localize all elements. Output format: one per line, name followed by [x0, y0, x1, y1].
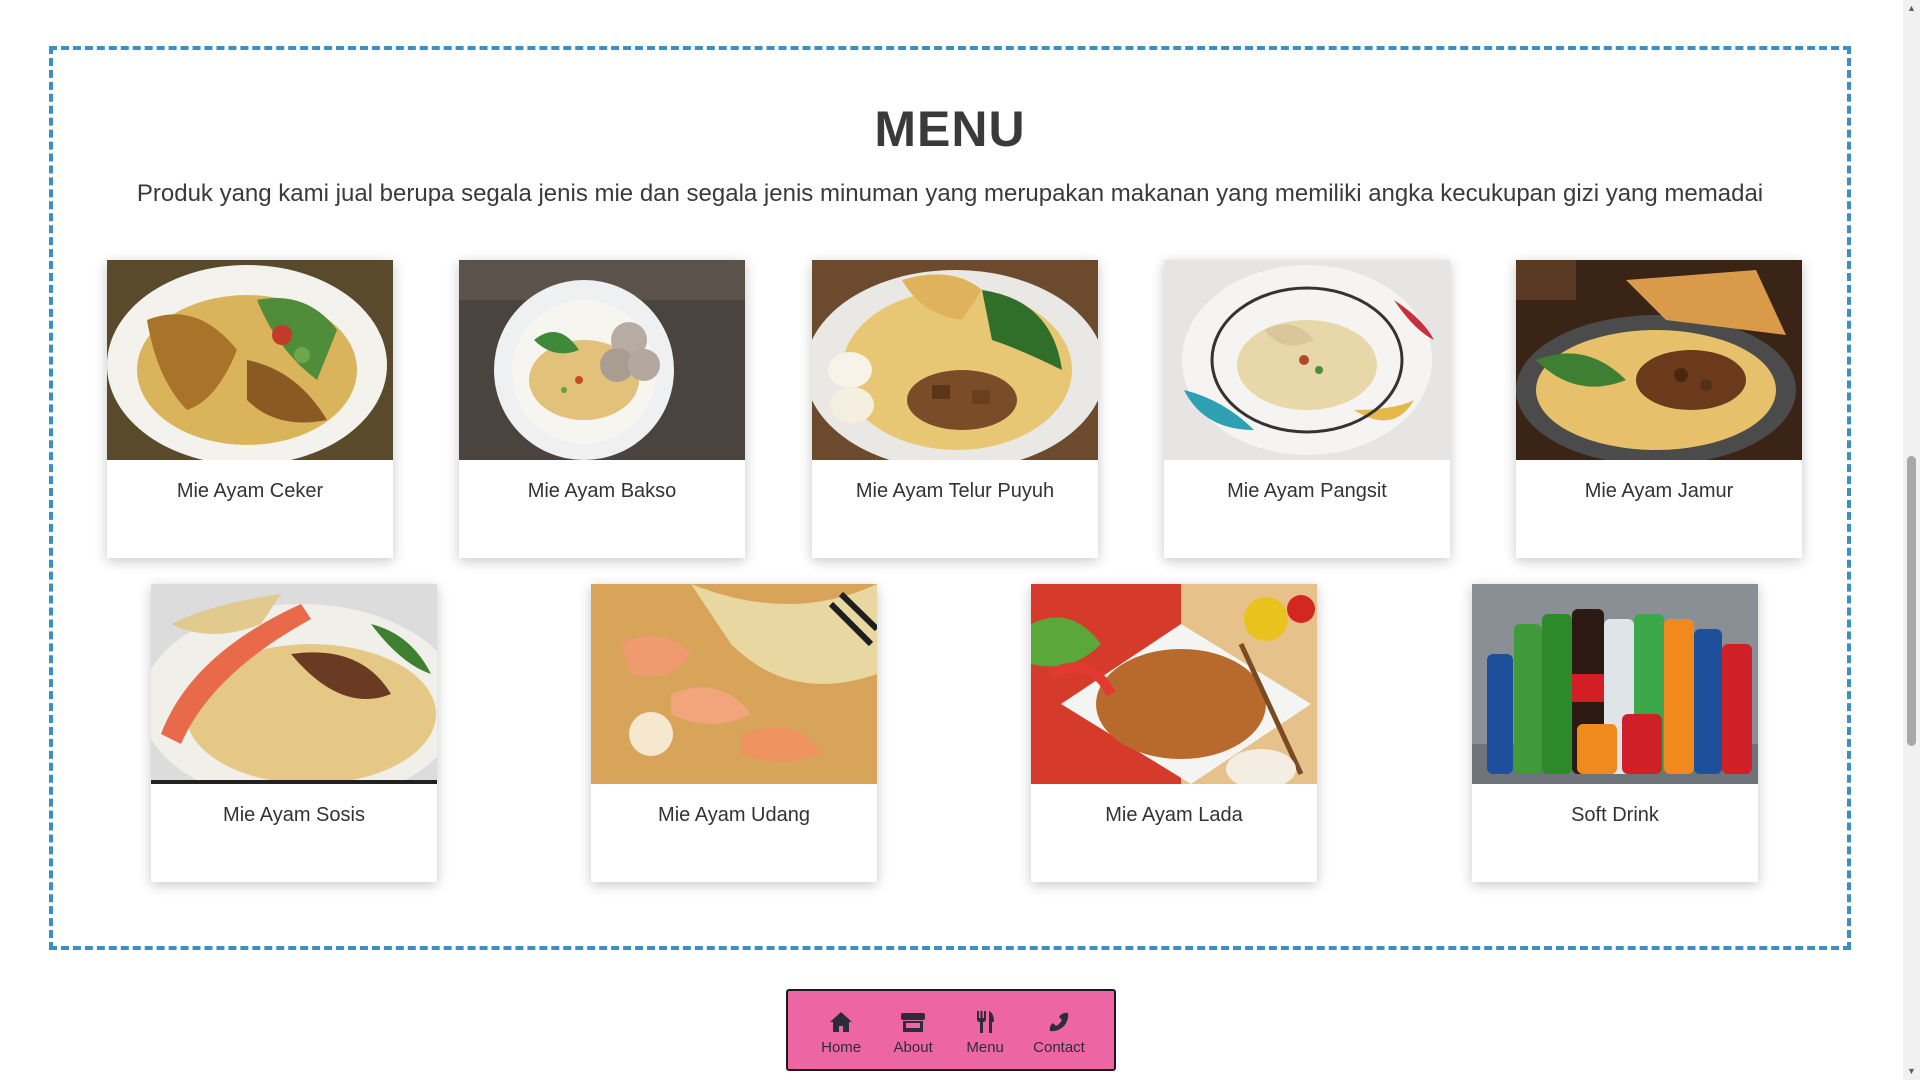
- menu-card-mie-ayam-ceker[interactable]: Mie Ayam Ceker: [107, 260, 393, 558]
- menu-card-mie-ayam-telur-puyuh[interactable]: Mie Ayam Telur Puyuh: [812, 260, 1098, 558]
- mie-ayam-sosis-photo: [151, 584, 437, 784]
- menu-subtitle: Produk yang kami jual berupa segala jeni…: [136, 180, 1764, 207]
- menu-card-label: Mie Ayam Ceker: [176, 480, 324, 502]
- menu-title: MENU: [874, 101, 1026, 157]
- nav-label: Menu: [966, 1038, 1004, 1056]
- menu-card-label: Mie Ayam Lada: [1105, 804, 1243, 826]
- menu-card-soft-drink[interactable]: Soft Drink: [1472, 584, 1758, 882]
- mie-ayam-ceker-photo: [107, 260, 393, 460]
- nav-menu[interactable]: Menu: [961, 1009, 1009, 1056]
- menu-card-mie-ayam-jamur[interactable]: Mie Ayam Jamur: [1516, 260, 1802, 558]
- vertical-scrollbar[interactable]: ▲ ▼: [1903, 0, 1920, 1080]
- menu-card-label: Mie Ayam Sosis: [223, 804, 365, 826]
- nav-about[interactable]: About: [889, 1009, 937, 1056]
- mie-ayam-jamur-photo: [1516, 260, 1802, 460]
- menu-card-label: Mie Ayam Bakso: [527, 480, 677, 502]
- nav-contact[interactable]: Contact: [1033, 1009, 1085, 1056]
- menu-card-label: Soft Drink: [1571, 804, 1659, 826]
- home-icon: [829, 1009, 853, 1035]
- mie-ayam-udang-photo: [591, 584, 877, 784]
- mie-ayam-telur-puyuh-photo: [812, 260, 1098, 460]
- page: MENU Produk yang kami jual berupa segala…: [0, 0, 1920, 1080]
- menu-card-label: Mie Ayam Udang: [658, 804, 810, 826]
- menu-section: MENU Produk yang kami jual berupa segala…: [49, 46, 1851, 950]
- menu-card-mie-ayam-pangsit[interactable]: Mie Ayam Pangsit: [1164, 260, 1450, 558]
- menu-card-label: Mie Ayam Pangsit: [1227, 480, 1387, 502]
- scrollbar-thumb[interactable]: [1907, 456, 1916, 746]
- phone-icon: [1048, 1009, 1070, 1035]
- mie-ayam-pangsit-photo: [1164, 260, 1450, 460]
- mie-ayam-bakso-photo: [459, 260, 745, 460]
- scroll-up-arrow-icon[interactable]: ▲: [1903, 0, 1920, 17]
- soft-drink-photo: [1472, 584, 1758, 784]
- mie-ayam-lada-photo: [1031, 584, 1317, 784]
- scroll-down-arrow-icon[interactable]: ▼: [1903, 1063, 1920, 1080]
- menu-card-mie-ayam-sosis[interactable]: Mie Ayam Sosis: [151, 584, 437, 882]
- menu-card-mie-ayam-bakso[interactable]: Mie Ayam Bakso: [459, 260, 745, 558]
- nav-home[interactable]: Home: [817, 1009, 865, 1056]
- utensils-icon: [974, 1009, 996, 1035]
- bottom-nav: Home About Menu Contact: [786, 989, 1116, 1071]
- menu-card-label: Mie Ayam Telur Puyuh: [855, 480, 1055, 502]
- nav-label: About: [893, 1038, 933, 1056]
- menu-card-mie-ayam-lada[interactable]: Mie Ayam Lada: [1031, 584, 1317, 882]
- nav-label: Contact: [1033, 1038, 1085, 1056]
- menu-card-label: Mie Ayam Jamur: [1584, 480, 1734, 502]
- nav-label: Home: [821, 1038, 862, 1056]
- store-icon: [900, 1009, 926, 1035]
- menu-card-mie-ayam-udang[interactable]: Mie Ayam Udang: [591, 584, 877, 882]
